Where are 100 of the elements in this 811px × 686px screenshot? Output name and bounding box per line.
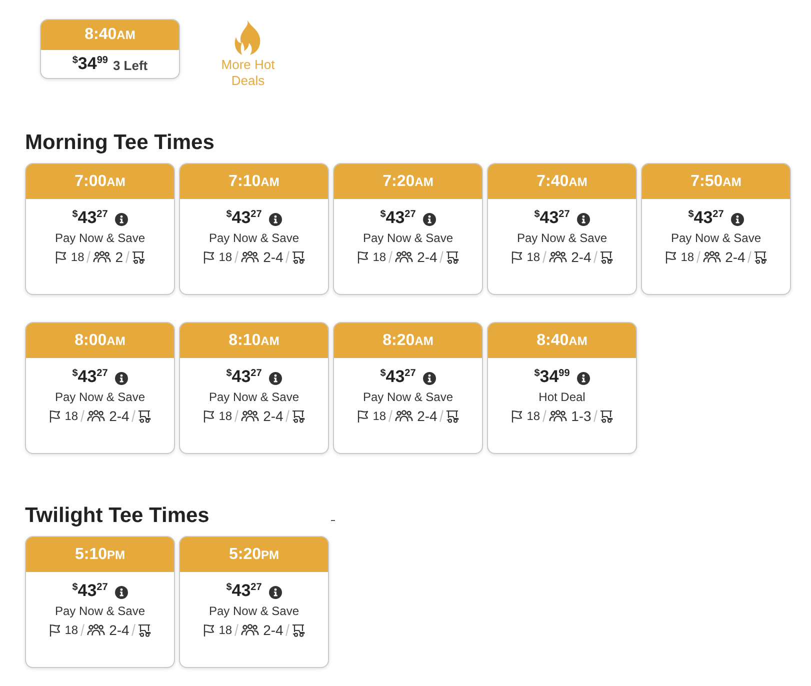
price: $^{$}$43$^{27}$	[688, 208, 724, 228]
price: $^{$}$43$^{27}$	[534, 208, 570, 228]
tee-time-header: 7:20AM	[334, 164, 482, 199]
holes-count: 18	[70, 250, 84, 264]
tee-time-card[interactable]: 8:40AM $^{$}$34$^{99}$ Hot Deal 18 1-3	[487, 322, 637, 454]
golf-cart-icon	[138, 410, 152, 422]
tee-time-header: 5:20PM	[180, 537, 328, 572]
rate-label: Pay Now & Save	[208, 603, 300, 619]
golf-cart-icon	[600, 410, 614, 422]
tee-time-header: 7:40AM	[488, 164, 636, 199]
tee-time-card[interactable]: 7:20AM $^{$}$43$^{27}$ Pay Now & Save 18 2-4	[333, 163, 483, 295]
players-count: 2-4	[263, 249, 284, 265]
tee-time-header: 5:10PM	[26, 537, 174, 572]
players-count: 2-4	[109, 622, 130, 638]
golf-cart-icon	[446, 250, 460, 264]
price: $^{$}$34$^{99}$	[534, 367, 570, 387]
players-icon	[395, 251, 414, 263]
players-icon	[87, 624, 106, 636]
holes-count: 18	[64, 623, 78, 637]
price: $^{$}$43$^{27}$	[72, 367, 108, 387]
golf-cart-icon	[292, 250, 306, 264]
flag-icon	[202, 410, 215, 422]
price: $^{$}$43$^{27}$	[380, 208, 416, 228]
price: $^{$}$43$^{27}$	[226, 367, 262, 387]
info-icon[interactable]	[730, 212, 744, 226]
players-icon	[395, 410, 414, 422]
rate-label: Pay Now & Save	[54, 389, 146, 405]
rate-label: Pay Now & Save	[54, 603, 146, 619]
golf-cart-icon	[132, 250, 146, 264]
tee-time-card[interactable]: 5:10PM $^{$}$43$^{27}$ Pay Now & Save 18 2-4	[25, 536, 175, 668]
flag-icon	[356, 410, 369, 422]
holes-count: 18	[372, 250, 386, 264]
info-icon[interactable]	[268, 372, 282, 384]
players-icon	[241, 624, 260, 636]
players-count: 2-4	[571, 249, 592, 265]
flag-icon	[356, 250, 369, 264]
flag-icon	[202, 624, 215, 636]
flag-icon	[664, 250, 677, 264]
tee-time-header: 8:40AM	[488, 323, 636, 358]
info-icon[interactable]	[576, 212, 590, 226]
players-icon	[93, 251, 112, 263]
price: $^{$}$43$^{27}$	[72, 208, 108, 228]
tee-time-header: 8:40AM	[41, 20, 179, 50]
holes-count: 18	[526, 409, 540, 423]
holes-count: 18	[680, 250, 694, 264]
flag-icon	[202, 250, 215, 264]
info-icon[interactable]	[114, 586, 128, 598]
flag-icon	[48, 410, 61, 422]
section-heading: Morning Tee Times	[25, 131, 214, 155]
players-count: 2-4	[417, 408, 438, 424]
holes-count: 18	[218, 409, 232, 423]
players-count: 2-4	[417, 249, 438, 265]
tee-time-card[interactable]: 8:00AM $^{$}$43$^{27}$ Pay Now & Save 18 2-4	[25, 322, 175, 454]
flag-icon	[510, 250, 523, 264]
rate-label: Pay Now & Save	[516, 230, 608, 246]
golf-cart-icon	[292, 624, 306, 636]
info-icon[interactable]	[268, 586, 282, 598]
rate-label: Pay Now & Save	[208, 230, 300, 246]
availability: 3 Left	[112, 57, 148, 73]
tee-time-card[interactable]: 7:50AM $^{$}$43$^{27}$ Pay Now & Save 18 2-4	[641, 163, 791, 295]
tee-time-card[interactable]: 8:10AM $^{$}$43$^{27}$ Pay Now & Save 18 2-4	[179, 322, 329, 454]
tee-time-card[interactable]: 7:10AM $^{$}$43$^{27}$ Pay Now & Save 18 2-4	[179, 163, 329, 295]
price: $^{$}$43$^{27}$	[72, 581, 108, 601]
info-icon[interactable]	[576, 372, 590, 384]
players-icon	[549, 251, 568, 263]
tee-time-card[interactable]: 7:40AM $^{$}$43$^{27}$ Pay Now & Save 18 2-4	[487, 163, 637, 295]
golf-cart-icon	[600, 250, 614, 264]
players-icon	[87, 410, 106, 422]
players-icon	[241, 410, 260, 422]
tee-time-card[interactable]: 7:00AM $^{$}$43$^{27}$ Pay Now & Save 18 2	[25, 163, 175, 295]
rate-label: Pay Now & Save	[208, 389, 300, 405]
players-icon	[549, 410, 568, 422]
info-icon[interactable]	[114, 212, 128, 226]
hot-deal-card[interactable]: 8:40AM $^{$}$34$^{99}$ 3 Left	[40, 19, 180, 79]
holes-count: 18	[218, 623, 232, 637]
players-count: 1-3	[571, 408, 592, 424]
players-icon	[703, 251, 722, 263]
players-icon	[241, 251, 260, 263]
players-count: 2	[115, 249, 124, 265]
flag-icon	[510, 410, 523, 422]
tee-time-card[interactable]: 8:20AM $^{$}$43$^{27}$ Pay Now & Save 18 2-4	[333, 322, 483, 454]
holes-count: 18	[526, 250, 540, 264]
players-count: 2-4	[109, 408, 130, 424]
players-count: 2-4	[263, 408, 284, 424]
tee-time-header: 8:10AM	[180, 323, 328, 358]
info-icon[interactable]	[114, 372, 128, 384]
flame-icon	[234, 19, 262, 55]
info-icon[interactable]	[422, 212, 436, 226]
holes-count: 18	[64, 409, 78, 423]
golf-cart-icon	[292, 410, 306, 422]
flag-icon	[48, 624, 61, 636]
holes-count: 18	[372, 409, 386, 423]
golf-cart-icon	[446, 410, 460, 422]
rate-label: Pay Now & Save	[362, 389, 454, 405]
tee-time-card[interactable]: 5:20PM $^{$}$43$^{27}$ Pay Now & Save 18 2-4	[179, 536, 329, 668]
info-icon[interactable]	[422, 372, 436, 384]
info-icon[interactable]	[268, 212, 282, 226]
price: $^{$}$43$^{27}$	[226, 208, 262, 228]
rate-label: Hot Deal	[538, 389, 586, 405]
tee-time-header: 7:50AM	[642, 164, 790, 199]
